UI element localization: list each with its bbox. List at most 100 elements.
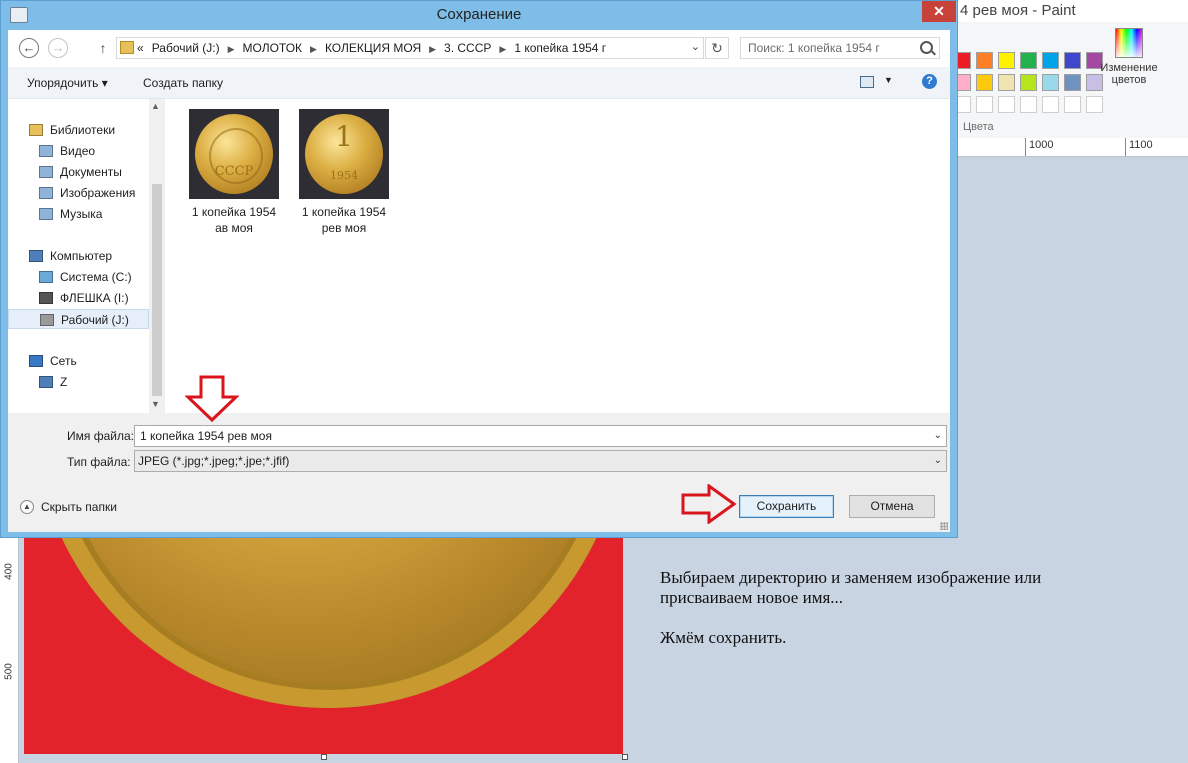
chevron-down-icon[interactable]: ⌄ [691,40,700,53]
nav-item-label: Компьютер [50,249,113,263]
breadcrumb-separator-icon[interactable]: ▶ [499,44,506,54]
nav-item[interactable]: ФЛЕШКА (I:) [8,288,149,308]
paint-canvas-image[interactable]: КОПЕЙКА 1954 [24,538,623,754]
color-swatch[interactable] [1042,74,1059,91]
custom-color-swatch[interactable] [1020,96,1037,113]
resize-handle[interactable] [321,754,327,760]
instruction-paragraph: Выбираем директорию и заменяем изображен… [660,568,1042,607]
libraries-icon [29,124,43,136]
caret-down-icon: ▼ [884,75,893,85]
nav-item-label: Система (C:) [60,270,132,284]
custom-color-swatch[interactable] [998,96,1015,113]
nav-item[interactable]: Компьютер [8,246,149,266]
close-button[interactable]: ✕ [922,1,956,22]
nav-item[interactable]: Изображения [8,183,149,203]
scrollbar-thumb[interactable] [152,184,162,396]
annotation-arrow-right-icon [681,484,737,524]
file-item[interactable]: 1 1954 1 копейка 1954 рев моя [299,109,389,236]
documents-library-icon [39,166,53,178]
save-button[interactable]: Сохранить [739,495,834,518]
breadcrumb-item[interactable]: Рабочий (J:) [152,41,220,55]
custom-color-swatch[interactable] [976,96,993,113]
filename-input[interactable]: 1 копейка 1954 рев моя ⌄ [134,425,947,447]
chevron-down-icon[interactable]: ⌄ [934,430,942,441]
breadcrumb-overflow[interactable]: « [137,41,144,55]
forward-button[interactable]: → [48,38,68,58]
coin-reverse-closeup: КОПЕЙКА 1954 [34,538,623,708]
breadcrumb-separator-icon[interactable]: ▶ [310,44,317,54]
coin-obverse-image: СССР [195,114,273,194]
navigation-scrollbar[interactable]: ▲ ▼ [149,99,164,413]
breadcrumb-item[interactable]: 3. СССР [444,41,491,55]
filetype-select[interactable]: JPEG (*.jpg;*.jpeg;*.jpe;*.jfif) ⌄ [134,450,947,472]
view-icon [860,76,874,88]
color-swatch[interactable] [1020,74,1037,91]
pictures-library-icon [39,187,53,199]
color-swatch[interactable] [998,52,1015,69]
color-swatch[interactable] [1064,74,1081,91]
arrow-left-icon: ← [22,40,36,55]
breadcrumb-separator-icon[interactable]: ▶ [228,44,235,54]
scroll-up-arrow[interactable]: ▲ [151,101,160,111]
color-swatch[interactable] [976,74,993,91]
nav-item[interactable]: Сеть [8,351,149,371]
nav-item-label: Рабочий (J:) [61,313,129,327]
nav-item[interactable]: Библиотеки [8,120,149,140]
nav-item[interactable]: Музыка [8,204,149,224]
breadcrumb-separator-icon[interactable]: ▶ [429,44,436,54]
custom-color-swatch[interactable] [1086,96,1103,113]
network-computer-icon [39,376,53,388]
organize-button[interactable]: Упорядочить ▾ [27,76,108,90]
resize-grip[interactable] [940,522,948,530]
color-swatch[interactable] [1064,52,1081,69]
edit-colors-label: Изменение цветов [1100,62,1158,86]
search-input[interactable]: Поиск: 1 копейка 1954 г [740,37,940,59]
breadcrumb-item[interactable]: КОЛЕКЦИЯ МОЯ [325,41,421,55]
up-button[interactable]: ↑ [94,38,112,58]
back-button[interactable]: ← [19,38,39,58]
usb-drive-icon [39,292,53,304]
file-item[interactable]: СССР 1 копейка 1954 ав моя [189,109,279,236]
refresh-button[interactable]: ↻ [705,37,729,59]
breadcrumb-items: « Рабочий (J:) ▶ МОЛОТОК ▶ КОЛЕКЦИЯ МОЯ ▶ 3. СС… [137,41,614,55]
file-name: 1 копейка 1954 рев моя [299,204,389,236]
color-swatch[interactable] [976,52,993,69]
ruler-mark: 400 [3,563,15,580]
color-swatch[interactable] [1020,52,1037,69]
save-dialog: Сохранение ✕ ← → ↑ « Рабочий (J:) ▶ МОЛОТОК… [0,0,958,538]
breadcrumb-item[interactable]: МОЛОТОК [243,41,303,55]
cancel-button[interactable]: Отмена [849,495,935,518]
coin-reverse-image: 1 1954 [305,114,383,194]
file-name-line: рев моя [321,221,367,235]
nav-item[interactable]: Видео [8,141,149,161]
nav-item-label: Документы [60,165,122,179]
edit-colors-button[interactable]: Изменение цветов [1096,22,1162,86]
resize-handle[interactable] [622,754,628,760]
paint-window-title: 4 рев моя - Paint [958,0,1188,22]
breadcrumb[interactable]: « Рабочий (J:) ▶ МОЛОТОК ▶ КОЛЕКЦИЯ МОЯ ▶ 3. СС… [116,37,704,59]
change-view-button[interactable]: ▼ [860,75,893,91]
nav-item[interactable]: Система (C:) [8,267,149,287]
search-icon [920,41,933,54]
system-drive-icon [39,271,53,283]
collapse-icon: ▲ [20,500,34,514]
custom-color-swatch[interactable] [1064,96,1081,113]
dialog-title: Сохранение [436,6,522,23]
breadcrumb-item[interactable]: 1 копейка 1954 г [514,41,606,55]
command-toolbar: Упорядочить ▾ Создать папку ▼ ? [8,67,950,99]
filename-label: Имя файла: [67,429,134,443]
custom-color-swatch[interactable] [1042,96,1059,113]
scroll-down-arrow[interactable]: ▼ [151,399,160,409]
nav-item[interactable]: Z [8,372,149,392]
instruction-text: Выбираем директорию и заменяем изображен… [660,568,1130,668]
computer-icon [29,250,43,262]
color-swatch[interactable] [998,74,1015,91]
nav-item[interactable]: Рабочий (J:) [8,309,149,329]
dialog-titlebar[interactable]: Сохранение ✕ [1,1,957,30]
help-button[interactable]: ? [922,74,937,89]
annotation-arrow-down-icon [185,375,239,423]
color-swatch[interactable] [1042,52,1059,69]
new-folder-button[interactable]: Создать папку [143,76,223,90]
nav-item[interactable]: Документы [8,162,149,182]
file-name-line: ав моя [215,221,253,235]
